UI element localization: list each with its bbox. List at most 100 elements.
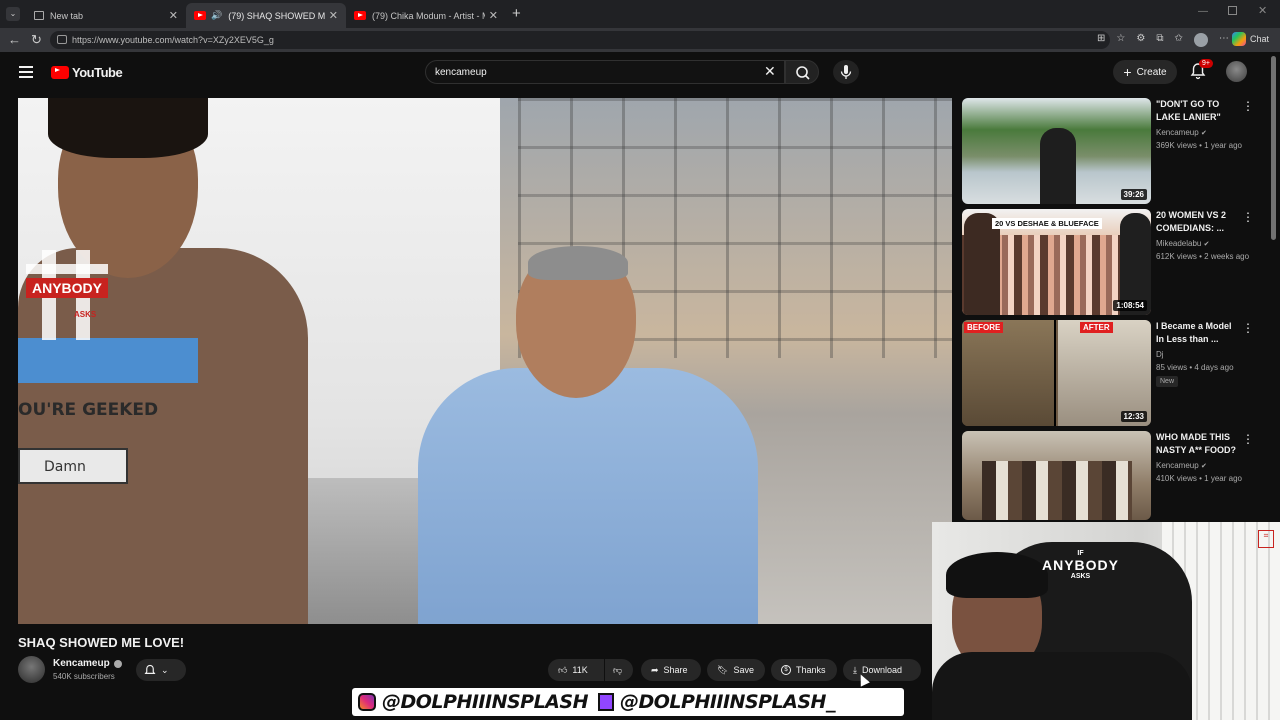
channel-name[interactable]: Kencameup ✔ (1156, 461, 1207, 470)
tab-title: (79) SHAQ SHOWED ME LOVE (228, 10, 325, 21)
video-title: SHAQ SHOWED ME LOVE! (18, 635, 185, 650)
video-thumbnail[interactable]: 39:26 (962, 98, 1151, 204)
thanks-button[interactable]: $ Thanks (771, 659, 837, 681)
minimize-icon[interactable]: — (1198, 6, 1208, 17)
dislike-button[interactable]: 👎︎ (605, 659, 633, 681)
search-button[interactable] (785, 60, 819, 84)
streamer-body (932, 652, 1192, 720)
youtube-favicon-icon (194, 11, 206, 20)
man-right-body (418, 368, 758, 624)
reload-icon[interactable]: ↻ (31, 32, 42, 48)
video-thumbnail[interactable] (962, 431, 1151, 520)
thumb-person (1040, 128, 1076, 204)
bookmark-icon: 🔖︎ (717, 664, 729, 675)
subscribed-button[interactable]: ⌄ (136, 659, 186, 681)
new-tab-plus-icon[interactable]: + (512, 5, 521, 22)
verified-check-icon (113, 659, 122, 668)
recommended-video[interactable]: 39:26 "DON'T GO TO LAKE LANIER" Kencameu… (962, 98, 1272, 204)
recommended-video[interactable]: BEFORE AFTER 12:33 I Became a Model In L… (962, 320, 1272, 426)
verified-check-icon: ✔ (1203, 241, 1210, 248)
more-actions-icon[interactable]: ⋮ (1242, 322, 1254, 334)
channel-name[interactable]: Mikeadelabu ✔ (1156, 239, 1209, 248)
app-available-icon[interactable]: ⊞ (1097, 33, 1105, 47)
microphone-icon (840, 65, 852, 79)
new-badge: New (1156, 376, 1179, 387)
thumbs-down-icon: 👎︎ (613, 664, 623, 675)
clear-search-icon[interactable]: ✕ (764, 63, 776, 80)
share-label: Share (663, 665, 688, 675)
man-left-hair (48, 98, 208, 158)
video-title[interactable]: "DON'T GO TO LAKE LANIER" (1156, 98, 1240, 124)
close-window-icon[interactable]: ✕ (1258, 4, 1267, 17)
youtube-logo-text: YouTube (72, 65, 123, 80)
chair-logo-text: ANYBODY (1042, 557, 1120, 573)
favorites-icon[interactable]: ✩ (1174, 33, 1182, 47)
back-icon[interactable]: ← (8, 32, 21, 47)
video-title[interactable]: I Became a Model In Less than ... (1156, 320, 1240, 346)
like-button[interactable]: 👍︎ 11K (548, 659, 604, 681)
close-tab-icon[interactable]: ✕ (169, 9, 178, 22)
logo-main-text: ANYBODY (26, 278, 108, 298)
download-button[interactable]: ⤓ Download (843, 659, 921, 681)
page-icon (34, 11, 44, 20)
voice-search-button[interactable] (833, 60, 859, 84)
close-tab-icon[interactable]: ✕ (329, 9, 338, 22)
browser-tab-bar: ⌄ New tab ✕ 🔊 (79) SHAQ SHOWED ME LOVE ✕… (0, 0, 1280, 28)
tab-chika-modum[interactable]: (79) Chika Modum - Artist - My Pe ✕ (346, 3, 506, 28)
video-title[interactable]: 20 WOMEN VS 2 COMEDIANS: ... (1156, 209, 1240, 235)
channel-name[interactable]: Kencameup ✔ (1156, 128, 1207, 137)
video-thumbnail[interactable]: 20 VS DESHAE & BLUEFACE 1:08:54 (962, 209, 1151, 315)
tab-shaq-video[interactable]: 🔊 (79) SHAQ SHOWED ME LOVE ✕ (186, 3, 346, 28)
more-actions-icon[interactable]: ⋮ (1242, 100, 1254, 112)
plus-icon: + (1123, 64, 1132, 80)
chair-logo: IF ANYBODY ASKS (1042, 550, 1119, 580)
like-count: 11K (572, 665, 588, 675)
site-info-icon[interactable] (57, 35, 67, 44)
verified-check-icon: ✔ (1200, 463, 1207, 470)
more-actions-icon[interactable]: ⋮ (1242, 211, 1254, 223)
tab-actions-button[interactable]: ⌄ (6, 7, 20, 21)
search-input[interactable]: kencameup (425, 60, 785, 84)
channel-name[interactable]: Dj (1156, 350, 1164, 359)
profile-avatar[interactable] (1193, 33, 1208, 47)
channel-avatar[interactable] (18, 656, 45, 683)
save-button[interactable]: 🔖︎ Save (707, 659, 765, 681)
youtube-logo[interactable]: YouTube (51, 65, 123, 80)
account-avatar[interactable] (1226, 61, 1247, 82)
chevron-down-icon: ⌄ (161, 664, 169, 675)
maximize-icon[interactable] (1228, 6, 1237, 15)
more-actions-icon[interactable]: ⋮ (1242, 433, 1254, 445)
tab-new-tab[interactable]: New tab ✕ (26, 3, 186, 28)
close-tab-icon[interactable]: ✕ (489, 9, 498, 22)
channel-name-text: Kencameup (1156, 128, 1199, 137)
video-thumbnail[interactable]: BEFORE AFTER 12:33 (962, 320, 1151, 426)
download-label: Download (861, 665, 903, 675)
extension-icon[interactable]: ⚙ (1136, 33, 1145, 47)
video-title[interactable]: WHO MADE THIS NASTY A** FOOD? (1156, 431, 1240, 457)
thumb-before-label: BEFORE (964, 322, 1004, 333)
split-screen-icon[interactable]: ⧉ (1156, 33, 1163, 47)
hamburger-menu-icon[interactable] (19, 66, 33, 78)
recommended-video[interactable]: 20 VS DESHAE & BLUEFACE 1:08:54 20 WOMEN… (962, 209, 1272, 315)
notifications-button[interactable]: 9+ (1190, 59, 1213, 80)
share-button[interactable]: ➦ Share (641, 659, 701, 681)
favorite-star-icon[interactable]: ☆ (1116, 33, 1125, 47)
more-menu-icon[interactable]: ⋯ (1219, 33, 1229, 47)
video-duration: 1:08:54 (1113, 300, 1147, 311)
channel-name[interactable]: Kencameup (53, 658, 122, 669)
speaker-icon[interactable]: 🔊 (211, 10, 222, 21)
create-button[interactable]: + Create (1113, 60, 1177, 84)
chair-logo-small: ASKS (1070, 573, 1091, 580)
address-bar[interactable]: https://www.youtube.com/watch?v=XZy2XEV5… (50, 31, 1110, 49)
youtube-favicon-icon (354, 11, 366, 20)
copilot-chat-button[interactable]: Chat (1232, 32, 1269, 46)
subscriber-count: 540K subscribers (53, 672, 115, 681)
video-meta: 410K views • 1 year ago (1156, 474, 1242, 483)
twitch-handle: @DOLPHIIINSPLASH_ (619, 691, 835, 713)
recommended-video[interactable]: WHO MADE THIS NASTY A** FOOD? Kencameup … (962, 431, 1272, 520)
browser-toolbar: ← ↻ https://www.youtube.com/watch?v=XZy2… (0, 28, 1280, 52)
shirt-text: OU'RE GEEKED (18, 400, 159, 420)
channel-name-text: Mikeadelabu (1156, 239, 1202, 248)
video-player[interactable]: OU'RE GEEKED Damn ANYBODY ASKS (18, 98, 952, 624)
shirt-box-text: Damn (44, 459, 86, 475)
